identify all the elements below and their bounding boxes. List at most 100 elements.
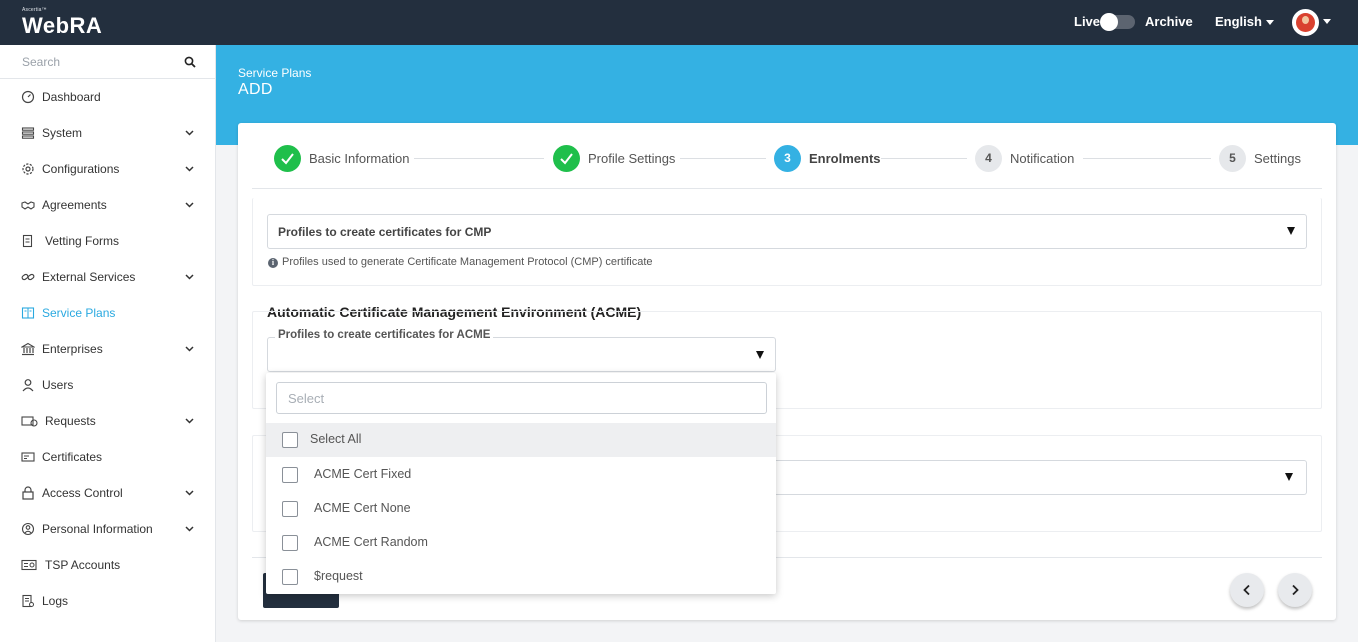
sidebar-item-vetting-forms[interactable]: Vetting Forms — [0, 223, 215, 259]
sidebar-item-logs[interactable]: Logs — [0, 583, 215, 619]
language-selector[interactable]: English — [1215, 14, 1274, 29]
stepper-connector — [1083, 158, 1211, 159]
chevron-down-icon — [185, 490, 194, 496]
sidebar-item-certificates[interactable]: Certificates — [0, 439, 215, 475]
step-label[interactable]: Notification — [1010, 151, 1074, 166]
sidebar-item-label: Users — [42, 378, 74, 392]
next-profiles-select[interactable] — [770, 460, 1307, 495]
sidebar-item-configurations[interactable]: Configurations — [0, 151, 215, 187]
dropdown-arrow-icon — [756, 351, 764, 359]
lock-icon — [22, 486, 34, 500]
checkbox[interactable] — [282, 569, 298, 585]
stepper-divider — [252, 188, 1322, 189]
breadcrumb[interactable]: Service Plans — [238, 66, 311, 80]
sidebar-item-label: System — [42, 126, 83, 140]
check-icon — [560, 153, 573, 165]
previous-step-button[interactable] — [1230, 573, 1264, 607]
step-number[interactable]: 5 — [1219, 145, 1246, 172]
option-acme-cert-random[interactable]: ACME Cert Random — [266, 526, 776, 560]
info-icon: i — [268, 258, 278, 268]
sidebar-item-enterprises[interactable]: Enterprises — [0, 331, 215, 367]
live-archive-toggle[interactable] — [1100, 13, 1135, 31]
checkbox[interactable] — [282, 501, 298, 517]
chevron-down-icon — [185, 130, 194, 136]
option-acme-cert-fixed[interactable]: ACME Cert Fixed — [266, 458, 776, 492]
app-logo[interactable]: Ascertia™ WebRA — [22, 7, 102, 39]
step-label[interactable]: Enrolments — [809, 151, 881, 166]
sidebar-item-dashboard[interactable]: Dashboard — [0, 79, 215, 115]
sidebar-item-label: Personal Information — [42, 522, 153, 536]
chevron-down-icon — [185, 418, 194, 424]
next-step-button[interactable] — [1278, 573, 1312, 607]
tsp-icon — [21, 559, 37, 571]
option-label: ACME Cert Fixed — [314, 467, 412, 481]
user-icon — [22, 379, 34, 392]
chevron-down-icon — [185, 526, 194, 532]
option-request[interactable]: $request — [266, 560, 776, 594]
option-label: $request — [314, 569, 363, 583]
bank-icon — [21, 342, 35, 356]
search-icon[interactable] — [184, 56, 196, 68]
step-label[interactable]: Profile Settings — [588, 151, 675, 166]
sidebar-item-label: Configurations — [42, 162, 120, 176]
sidebar-item-label: Certificates — [42, 450, 103, 464]
certificate-icon — [21, 452, 35, 462]
sidebar-item-users[interactable]: Users — [0, 367, 215, 403]
sidebar-item-system[interactable]: System — [0, 115, 215, 151]
step-1-complete-icon[interactable] — [274, 145, 301, 172]
caret-down-icon[interactable] — [1323, 19, 1331, 24]
step-label[interactable]: Settings — [1254, 151, 1301, 166]
checkbox[interactable] — [282, 467, 298, 483]
sidebar-item-access-control[interactable]: Access Control — [0, 475, 215, 511]
sidebar-item-label: Logs — [42, 594, 69, 608]
cmp-select-text: Profiles to create certificates for CMP — [278, 225, 492, 239]
dropdown-arrow-icon — [1287, 227, 1295, 235]
avatar-face — [1302, 16, 1309, 24]
option-label: Select All — [310, 432, 362, 446]
toggle-knob — [1100, 13, 1118, 31]
sidebar-item-label: Vetting Forms — [45, 234, 120, 248]
form-icon — [22, 234, 33, 248]
sidebar-item-label: Requests — [45, 414, 96, 428]
chevron-right-icon — [1292, 584, 1299, 596]
option-label: ACME Cert Random — [314, 535, 428, 549]
person-icon — [21, 522, 35, 536]
step-number[interactable]: 3 — [774, 145, 801, 172]
step-label[interactable]: Basic Information — [309, 151, 409, 166]
dashboard-icon — [21, 90, 35, 104]
requests-icon — [21, 416, 38, 427]
acme-profiles-dropdown: Select All ACME Cert Fixed ACME Cert Non… — [266, 373, 776, 594]
step-2-complete-icon[interactable] — [553, 145, 580, 172]
search-input[interactable] — [0, 45, 180, 78]
option-label: ACME Cert None — [314, 501, 411, 515]
gear-icon — [22, 163, 34, 175]
language-label: English — [1215, 14, 1262, 29]
caret-down-icon — [1265, 20, 1274, 26]
sidebar-item-agreements[interactable]: Agreements — [0, 187, 215, 223]
archive-label: Archive — [1145, 14, 1193, 29]
sidebar-item-personal-information[interactable]: Personal Information — [0, 511, 215, 547]
dropdown-search-input[interactable] — [276, 382, 767, 414]
logs-icon — [22, 594, 34, 608]
checkbox[interactable] — [282, 535, 298, 551]
system-icon — [21, 127, 35, 139]
sidebar-item-tsp-accounts[interactable]: TSP Accounts — [0, 547, 215, 583]
cmp-profiles-select[interactable]: Profiles to create certificates for CMP — [267, 214, 1307, 249]
sidebar-item-external-services[interactable]: External Services — [0, 259, 215, 295]
check-icon — [281, 153, 294, 165]
chevron-down-icon — [185, 202, 194, 208]
option-select-all[interactable]: Select All — [266, 423, 776, 457]
checkbox[interactable] — [282, 432, 298, 448]
option-acme-cert-none[interactable]: ACME Cert None — [266, 492, 776, 526]
stepper-connector — [414, 158, 544, 159]
acme-profiles-select[interactable] — [267, 337, 776, 372]
sidebar-item-label: Access Control — [42, 486, 123, 500]
sidebar-item-requests[interactable]: Requests — [0, 403, 215, 439]
step-number[interactable]: 4 — [975, 145, 1002, 172]
chevron-down-icon — [185, 346, 194, 352]
cmp-helper-label: Profiles used to generate Certificate Ma… — [282, 256, 653, 268]
chevron-down-icon — [185, 274, 194, 280]
avatar[interactable] — [1292, 9, 1319, 36]
sidebar-item-service-plans[interactable]: Service Plans — [0, 295, 215, 331]
cmp-helper-text: i Profiles used to generate Certificate M… — [268, 256, 653, 268]
